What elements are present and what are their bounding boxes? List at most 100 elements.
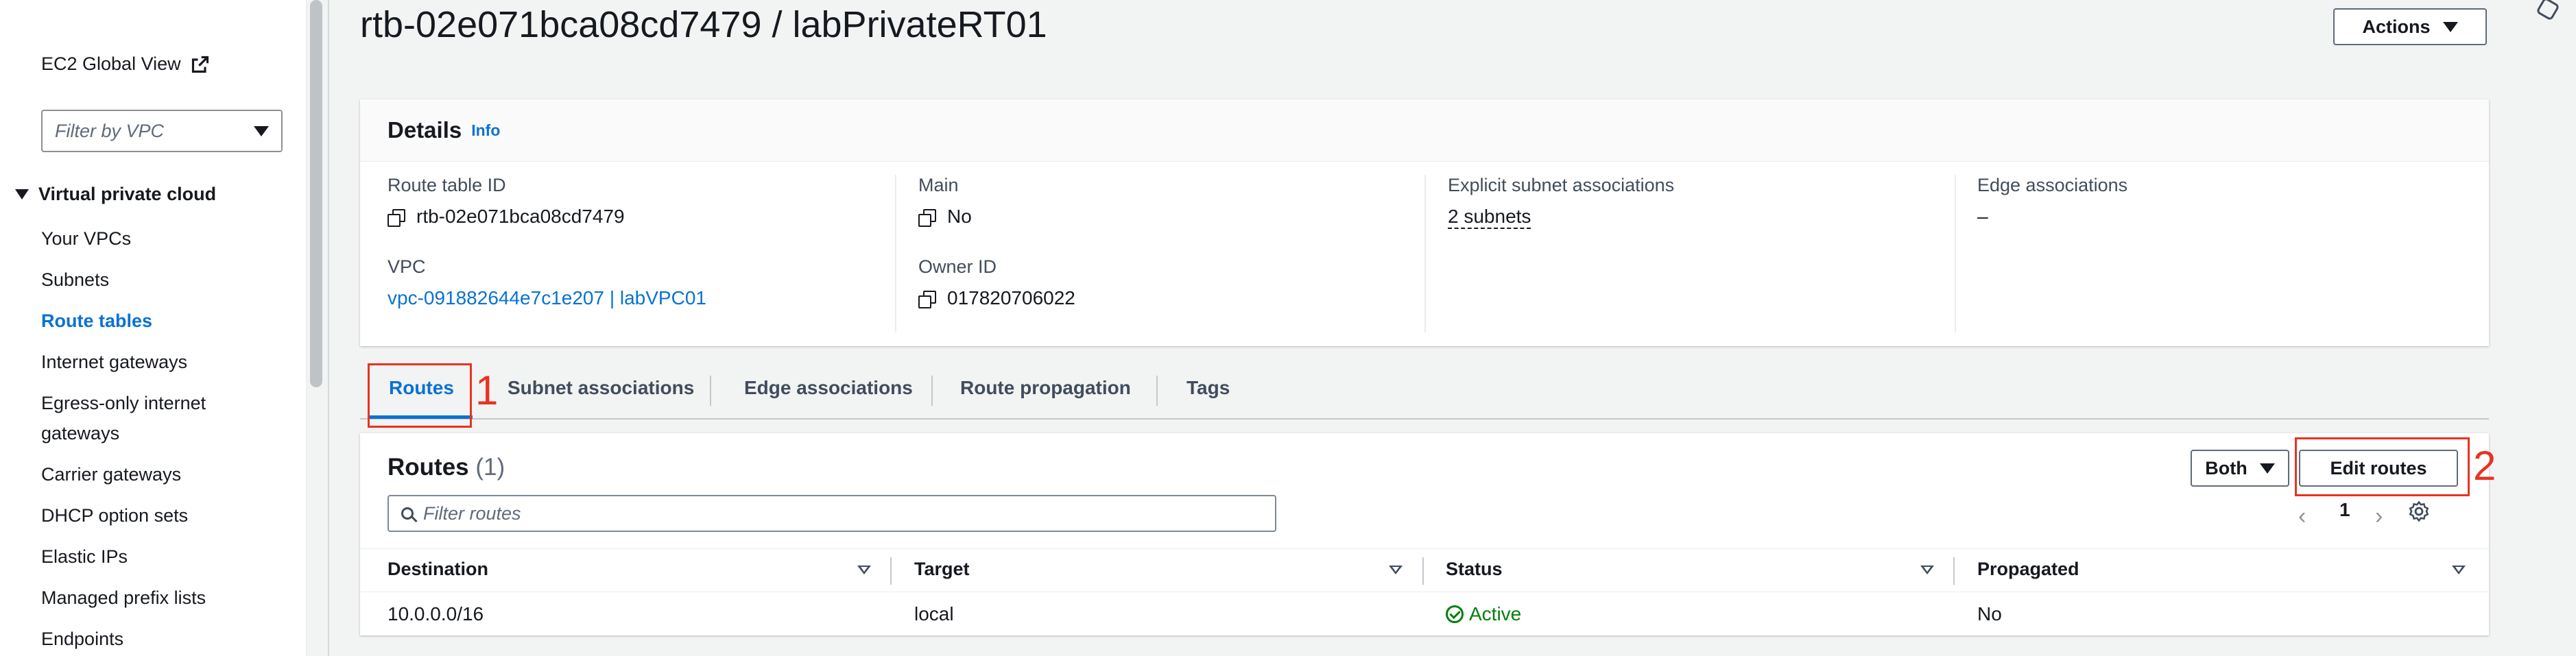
col-divider — [1424, 175, 1426, 332]
owner-id: 017820706022 — [947, 287, 1075, 308]
tab-divider — [931, 376, 933, 406]
sidebar-item-dhcp-option-sets[interactable]: DHCP option sets — [41, 500, 188, 531]
copy-icon[interactable] — [387, 209, 405, 227]
sidebar-scrollbar-thumb[interactable] — [310, 0, 322, 387]
edge-associations-label: Edge associations — [1977, 175, 2128, 195]
annotation-box-2 — [2295, 437, 2470, 496]
tab-bar: Routes Subnet associations Edge associat… — [360, 363, 2489, 420]
route-table-id-label: Route table ID — [387, 175, 506, 195]
tab-tags[interactable]: Tags — [1186, 377, 1230, 399]
tab-route-propagation[interactable]: Route propagation — [960, 377, 1131, 399]
sidebar-item-subnets[interactable]: Subnets — [41, 265, 109, 295]
route-table-id-value: rtb-02e071bca08cd7479 — [387, 206, 706, 228]
cell-status: Active — [1446, 603, 1521, 625]
sidebar-item-egress-only-line2[interactable]: gateways — [41, 418, 119, 448]
cell-destination: 10.0.0.0/16 — [387, 603, 484, 624]
vpc-link[interactable]: vpc-091882644e7c1e207 | labVPC01 — [387, 287, 706, 309]
sidebar-item-route-tables[interactable]: Route tables — [41, 306, 152, 336]
sidebar-item-managed-prefix-lists[interactable]: Managed prefix lists — [41, 583, 206, 613]
help-panel-icon[interactable] — [2536, 0, 2560, 21]
page-number[interactable]: 1 — [2339, 499, 2350, 521]
sidebar-item-your-vpcs[interactable]: Your VPCs — [41, 223, 131, 254]
sidebar-item-internet-gateways[interactable]: Internet gateways — [41, 347, 187, 377]
actions-label: Actions — [2362, 16, 2431, 37]
col-status[interactable]: Status — [1446, 559, 1503, 580]
sidebar-item-carrier-gateways[interactable]: Carrier gateways — [41, 459, 181, 489]
section-label: Virtual private cloud — [38, 184, 217, 204]
col-propagated[interactable]: Propagated — [1977, 559, 2079, 580]
vpc-filter-placeholder: Filter by VPC — [55, 120, 165, 141]
tab-edge-associations[interactable]: Edge associations — [744, 377, 913, 399]
copy-icon[interactable] — [918, 209, 936, 227]
copy-icon[interactable] — [918, 291, 936, 308]
ec2-global-view-label: EC2 Global View — [41, 53, 181, 74]
info-link[interactable]: Info — [471, 121, 500, 140]
ec2-global-view-link[interactable]: EC2 Global View — [41, 53, 210, 75]
sidebar-divider — [328, 0, 329, 656]
actions-button[interactable]: Actions — [2333, 8, 2487, 45]
both-select[interactable]: Both — [2191, 450, 2289, 487]
page-title: rtb-02e071bca08cd7479 / labPrivateRT01 — [360, 4, 1047, 45]
details-header: Details Info — [360, 99, 2489, 162]
details-panel: Details Info Route table ID rtb-02e071bc… — [360, 99, 2489, 346]
tab-subnet-associations[interactable]: Subnet associations — [508, 377, 694, 399]
col-divider[interactable] — [890, 557, 892, 585]
routes-heading: Routes (1) — [387, 454, 505, 481]
cell-propagated: No — [1977, 603, 2002, 624]
main-value: No — [918, 206, 1075, 228]
col-divider[interactable] — [1422, 557, 1424, 585]
sidebar-item-elastic-ips[interactable]: Elastic IPs — [41, 542, 128, 572]
edge-associations-value: – — [1977, 206, 1988, 227]
annotation-box-1 — [368, 363, 472, 428]
caret-down-icon — [15, 189, 29, 199]
explicit-subnet-label: Explicit subnet associations — [1448, 175, 1675, 195]
tab-divider — [1156, 376, 1158, 406]
settings-gear-icon[interactable] — [2407, 500, 2431, 523]
routes-count: (1) — [475, 454, 505, 481]
routes-title: Routes — [387, 454, 469, 481]
details-heading: Details — [387, 117, 462, 143]
owner-id-value: 017820706022 — [918, 287, 1075, 309]
chevron-down-icon — [254, 125, 269, 136]
explicit-subnet-link[interactable]: 2 subnets — [1448, 206, 1531, 229]
main-text: No — [947, 206, 972, 227]
routes-table-header: Destination Target Status Propagated — [360, 548, 2489, 592]
chevron-down-icon — [2259, 463, 2275, 474]
sidebar: EC2 Global View Filter by VPC Virtual pr… — [0, 0, 306, 656]
annotation-number-2: 2 — [2473, 443, 2496, 489]
col-target[interactable]: Target — [914, 559, 970, 580]
section-virtual-private-cloud[interactable]: Virtual private cloud — [15, 184, 216, 205]
cell-target: local — [914, 603, 954, 624]
sort-icon[interactable] — [857, 566, 871, 574]
main-label: Main — [918, 175, 959, 195]
details-col-2: Main No Owner ID 017820706022 — [918, 175, 1075, 309]
chevron-right-icon[interactable]: › — [2375, 503, 2383, 530]
tab-divider — [710, 376, 711, 406]
col-destination[interactable]: Destination — [387, 559, 488, 580]
status-text: Active — [1469, 603, 1522, 624]
search-icon — [401, 507, 414, 520]
status-success-icon — [1446, 605, 1464, 623]
sidebar-item-egress-only[interactable]: Egress-only internet — [41, 388, 206, 418]
chevron-left-icon[interactable]: ‹ — [2298, 503, 2306, 530]
route-table-id: rtb-02e071bca08cd7479 — [416, 206, 625, 227]
sort-icon[interactable] — [2452, 566, 2466, 574]
filter-routes-input[interactable]: Filter routes — [387, 495, 1276, 532]
col-divider[interactable] — [1953, 557, 1955, 585]
external-link-icon — [191, 56, 208, 73]
routes-panel: Routes (1) Both Edit routes Filter route… — [360, 433, 2489, 635]
col-divider — [1955, 175, 1956, 332]
owner-id-label: Owner ID — [918, 256, 997, 277]
sort-icon[interactable] — [1920, 566, 1934, 574]
annotation-number-1: 1 — [475, 367, 499, 413]
chevron-down-icon — [2442, 21, 2458, 32]
sidebar-item-endpoints[interactable]: Endpoints — [41, 624, 123, 654]
details-col-4: Edge associations – — [1977, 175, 2127, 228]
filter-routes-placeholder: Filter routes — [423, 502, 521, 524]
sort-icon[interactable] — [1389, 566, 1403, 574]
details-col-3: Explicit subnet associations 2 subnets — [1448, 175, 1674, 229]
both-label: Both — [2205, 457, 2247, 478]
details-col-1: Route table ID rtb-02e071bca08cd7479 VPC… — [387, 175, 706, 309]
col-divider — [895, 175, 896, 332]
vpc-filter-select[interactable]: Filter by VPC — [41, 110, 283, 152]
